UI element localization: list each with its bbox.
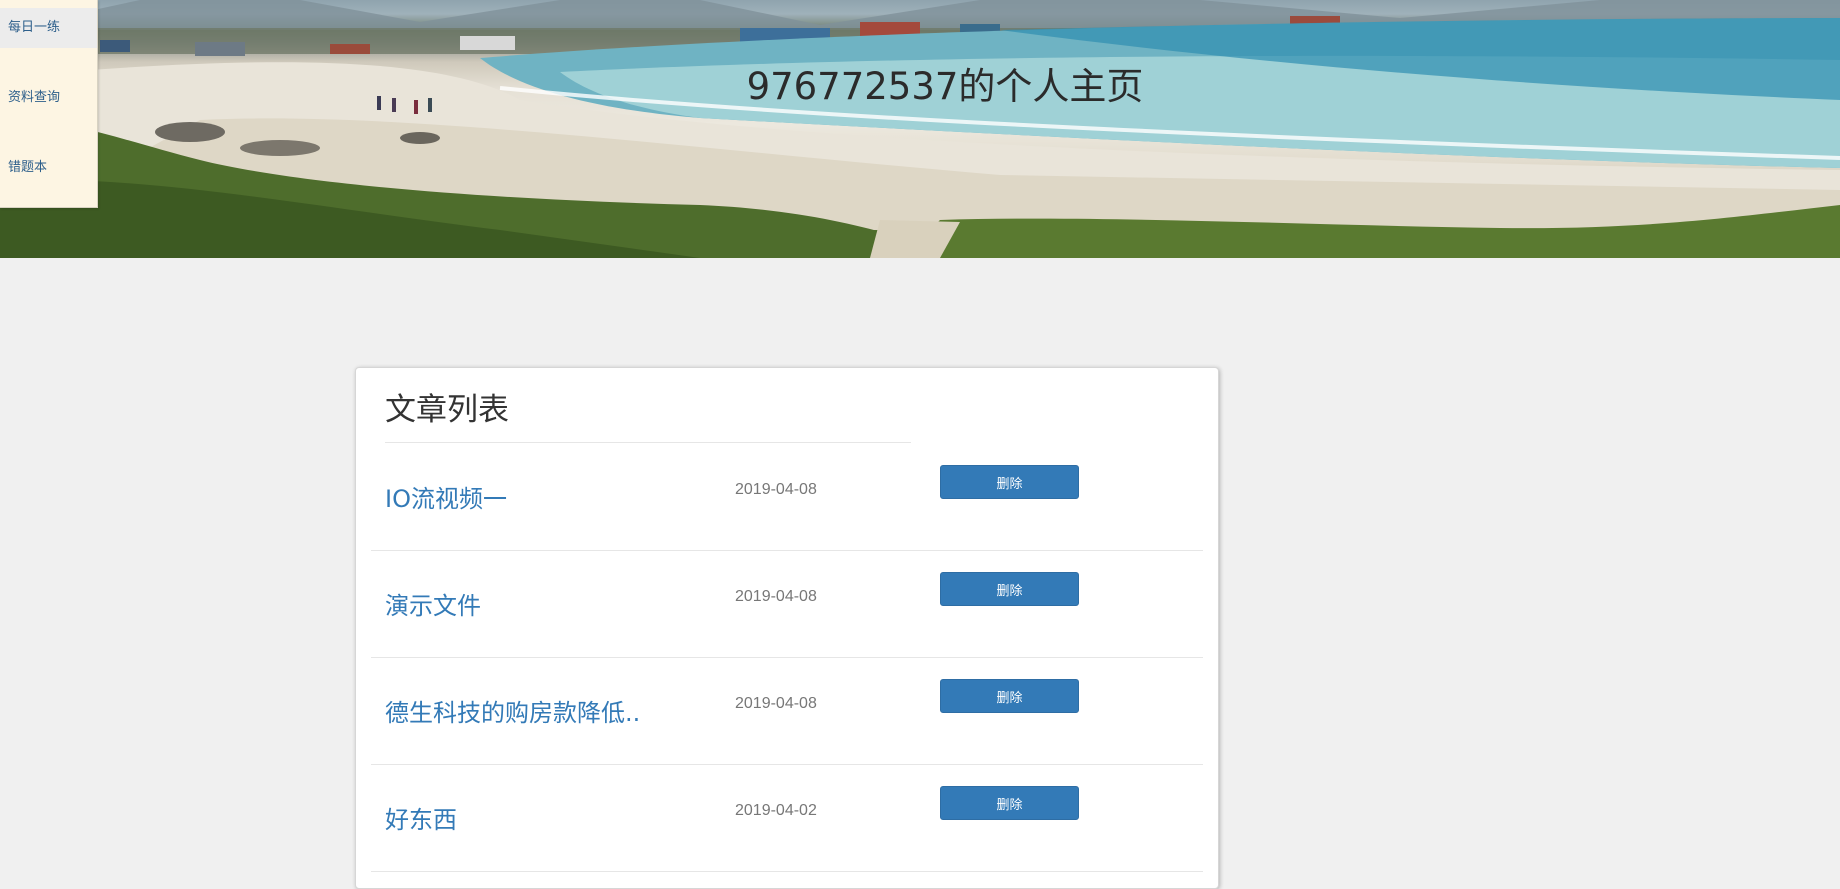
article-list-title: 文章列表: [385, 392, 509, 428]
article-title-link[interactable]: IO流视频一: [385, 479, 507, 514]
article-list-panel: 文章列表 IO流视频一 2019-04-08 删除 演示文件 2019-04-0…: [355, 367, 1219, 889]
article-title-link[interactable]: 好东西: [385, 800, 457, 835]
sidebar-item-daily-practice[interactable]: 每日一练: [0, 8, 97, 48]
article-title-link[interactable]: 德生科技的购房款降低..: [385, 693, 640, 728]
beach-landscape-image: [0, 0, 1840, 258]
article-title-link[interactable]: 演示文件: [385, 586, 481, 621]
article-date: 2019-04-08: [735, 588, 817, 605]
article-date: 2019-04-08: [735, 481, 817, 498]
article-date: 2019-04-02: [735, 802, 817, 819]
article-row: 演示文件 2019-04-08 删除: [371, 550, 1203, 658]
article-date: 2019-04-08: [735, 695, 817, 712]
delete-button[interactable]: 删除: [940, 786, 1079, 820]
delete-button[interactable]: 删除: [940, 465, 1079, 499]
delete-button[interactable]: 删除: [940, 572, 1079, 606]
sidebar-item-materials-search[interactable]: 资料查询: [0, 78, 97, 118]
sidebar-menu: 每日一练 资料查询 错题本: [0, 0, 98, 208]
header-banner: 976772537的个人主页: [0, 0, 1840, 258]
sidebar-item-mistakes-book[interactable]: 错题本: [0, 148, 97, 188]
article-row: 好东西 2019-04-02 删除: [371, 764, 1203, 872]
article-row: IO流视频一 2019-04-08 删除: [371, 443, 1203, 551]
delete-button[interactable]: 删除: [940, 679, 1079, 713]
page-title: 976772537的个人主页: [746, 65, 1144, 108]
article-row: 德生科技的购房款降低.. 2019-04-08 删除: [371, 657, 1203, 765]
